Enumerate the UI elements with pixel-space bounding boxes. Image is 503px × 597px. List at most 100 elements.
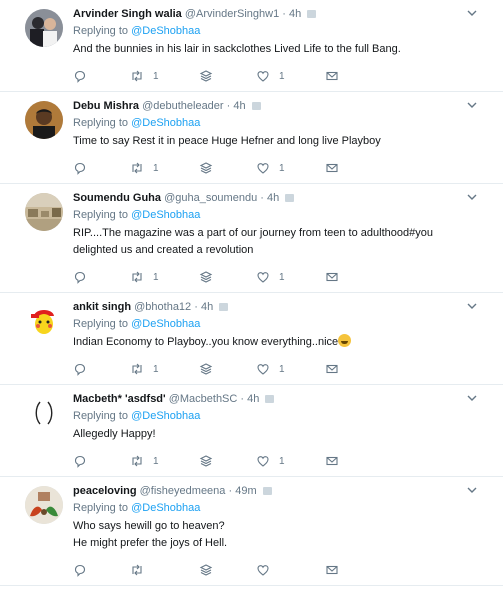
retweet-button[interactable]: 1: [130, 161, 199, 175]
moderate-icon: [199, 162, 213, 174]
tweet-text: RIP....The magazine was a part of our jo…: [73, 225, 493, 259]
more-options-button[interactable]: [465, 6, 479, 20]
avatar[interactable]: [25, 486, 63, 524]
display-name[interactable]: Soumendu Guha: [73, 192, 161, 204]
like-button[interactable]: 1: [256, 161, 325, 175]
reply-tweet[interactable]: ankit singh @bhotha12 · 4h Replying to @…: [0, 293, 503, 385]
mention-link[interactable]: @DeShobhaa: [131, 209, 200, 221]
moderate-button[interactable]: [199, 563, 256, 577]
tweet-info-icon: [219, 303, 229, 311]
mention-link[interactable]: @DeShobhaa: [131, 318, 200, 330]
moderate-button[interactable]: [199, 454, 256, 468]
reply-tweet[interactable]: Arvinder Singh walia @ArvinderSinghw1 · …: [0, 0, 503, 92]
reply-tweet[interactable]: Macbeth* 'asdfsd' @MacbethSC · 4h Replyi…: [0, 385, 503, 477]
reply-tweet[interactable]: peaceloving @fisheyedmeena · 49m Replyin…: [0, 477, 503, 586]
more-options-button[interactable]: [465, 98, 479, 112]
moderate-button[interactable]: [199, 270, 256, 284]
tweet-text-line: Time to say Rest it in peace Huge Hefner…: [73, 135, 381, 147]
retweet-button[interactable]: 1: [130, 69, 199, 83]
direct-message-button[interactable]: [325, 69, 339, 83]
more-options-button[interactable]: [465, 483, 479, 497]
moderate-button[interactable]: [199, 161, 256, 175]
user-handle[interactable]: @MacbethSC: [169, 393, 238, 405]
like-button[interactable]: 1: [256, 69, 325, 83]
direct-message-button[interactable]: [325, 362, 339, 376]
display-name[interactable]: Macbeth* 'asdfsd': [73, 393, 166, 405]
like-button[interactable]: [256, 563, 325, 577]
reply-button[interactable]: [73, 69, 130, 83]
direct-message-button[interactable]: [325, 454, 339, 468]
like-button[interactable]: 1: [256, 362, 325, 376]
mention-link[interactable]: @DeShobhaa: [131, 25, 200, 37]
user-handle[interactable]: @ArvinderSinghw1: [185, 8, 279, 20]
mention-link[interactable]: @DeShobhaa: [131, 117, 200, 129]
envelope-icon: [326, 71, 338, 81]
tweet-header: Soumendu Guha @guha_soumendu · 4h: [73, 191, 493, 206]
retweet-icon: [132, 564, 142, 576]
timestamp[interactable]: 4h: [289, 8, 301, 20]
display-name[interactable]: ankit singh: [73, 301, 131, 313]
display-name[interactable]: peaceloving: [73, 485, 137, 497]
retweet-button[interactable]: 1: [130, 362, 199, 376]
tweet-text-line: delighted us and created a revolution: [73, 244, 254, 256]
timestamp[interactable]: 4h: [267, 192, 279, 204]
user-handle[interactable]: @fisheyedmeena: [140, 485, 226, 497]
timestamp[interactable]: 4h: [233, 100, 245, 112]
like-button[interactable]: 1: [256, 454, 325, 468]
retweet-button[interactable]: 1: [130, 270, 199, 284]
reply-tweet[interactable]: Debu Mishra @debutheleader · 4h Replying…: [0, 92, 503, 184]
user-handle[interactable]: @guha_soumendu: [164, 192, 257, 204]
retweet-icon: [132, 455, 142, 467]
tweet-info-icon: [262, 487, 272, 495]
mention-link[interactable]: @DeShobhaa: [131, 410, 200, 422]
replying-label: Replying to: [73, 209, 129, 221]
replying-label: Replying to: [73, 410, 129, 422]
reply-button[interactable]: [73, 362, 130, 376]
direct-message-button[interactable]: [325, 270, 339, 284]
envelope-icon: [326, 565, 338, 575]
like-button[interactable]: 1: [256, 270, 325, 284]
reply-button[interactable]: [73, 454, 130, 468]
reply-button[interactable]: [73, 161, 130, 175]
heart-icon: [257, 456, 269, 467]
more-options-button[interactable]: [465, 391, 479, 405]
tweet-text: Allegedly Happy!: [73, 426, 493, 443]
moderate-icon: [199, 271, 213, 283]
mention-link[interactable]: @DeShobhaa: [131, 502, 200, 514]
tweet-text: Indian Economy to Playboy..you know ever…: [73, 334, 493, 351]
separator-dot: ·: [240, 393, 245, 405]
avatar[interactable]: [25, 394, 63, 432]
avatar[interactable]: [25, 101, 63, 139]
moderate-button[interactable]: [199, 362, 256, 376]
user-handle[interactable]: @debutheleader: [142, 100, 224, 112]
tweet-text-line: He might prefer the joys of Hell.: [73, 537, 228, 549]
avatar[interactable]: [25, 302, 63, 340]
direct-message-button[interactable]: [325, 563, 339, 577]
replying-label: Replying to: [73, 318, 129, 330]
tweet-header: peaceloving @fisheyedmeena · 49m: [73, 484, 493, 499]
more-options-button[interactable]: [465, 190, 479, 204]
timestamp[interactable]: 49m: [235, 485, 256, 497]
reply-tweet[interactable]: Soumendu Guha @guha_soumendu · 4h Replyi…: [0, 184, 503, 293]
avatar[interactable]: [25, 9, 63, 47]
timestamp[interactable]: 4h: [247, 393, 259, 405]
display-name[interactable]: Debu Mishra: [73, 100, 139, 112]
tweet-text-line: And the bunnies in his lair in sackcloth…: [73, 43, 401, 55]
reply-button[interactable]: [73, 270, 130, 284]
tweet-actions: 1 1: [73, 446, 493, 476]
tweet-text-line: RIP....The magazine was a part of our jo…: [73, 227, 433, 239]
avatar[interactable]: [25, 193, 63, 231]
display-name[interactable]: Arvinder Singh walia: [73, 8, 182, 20]
reply-icon: [74, 162, 86, 175]
more-options-button[interactable]: [465, 299, 479, 313]
moderate-button[interactable]: [199, 69, 256, 83]
reply-button[interactable]: [73, 563, 130, 577]
reply-icon: [74, 70, 86, 83]
tweet-actions: [73, 555, 493, 585]
separator-dot: ·: [282, 8, 286, 20]
user-handle[interactable]: @bhotha12: [134, 301, 191, 313]
retweet-button[interactable]: [130, 563, 199, 577]
direct-message-button[interactable]: [325, 161, 339, 175]
timestamp[interactable]: 4h: [201, 301, 213, 313]
retweet-button[interactable]: 1: [130, 454, 199, 468]
